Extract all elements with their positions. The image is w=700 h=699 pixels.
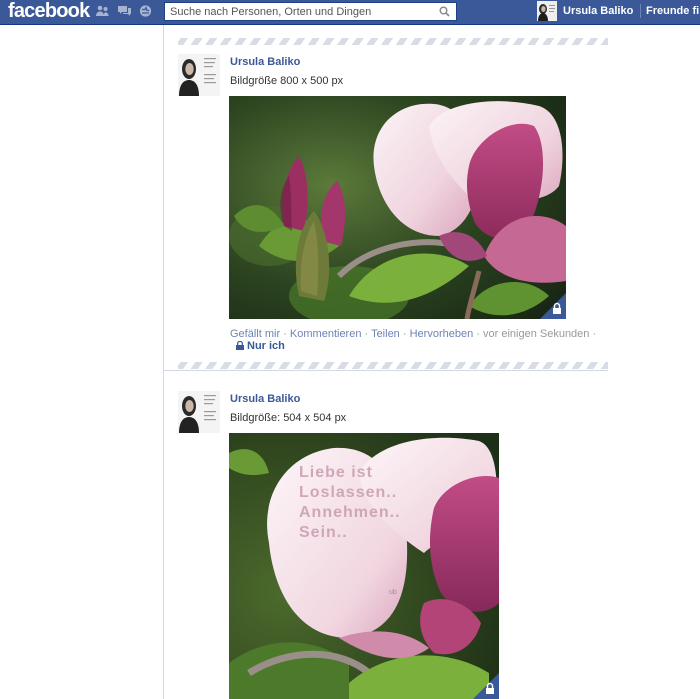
- privacy-label: Nur ich: [247, 340, 285, 352]
- post-author-name[interactable]: Ursula Baliko: [230, 56, 300, 68]
- nav-separator: [640, 4, 641, 18]
- post-author-name[interactable]: Ursula Baliko: [230, 393, 300, 405]
- action-separator: ·: [592, 328, 597, 340]
- search-box[interactable]: [164, 2, 457, 21]
- action-separator: ·: [402, 328, 407, 340]
- profile-avatar[interactable]: [537, 1, 557, 21]
- share-link[interactable]: Teilen: [371, 328, 400, 340]
- lock-icon: [236, 340, 244, 350]
- privacy-lock-icon: [540, 293, 566, 319]
- quote-line: Loslassen..: [299, 484, 398, 501]
- quote-line: Liebe ist: [299, 464, 373, 481]
- image-quote-text: Liebe ist Loslassen.. Annehmen.. Sein..: [299, 463, 401, 543]
- privacy-selector[interactable]: Nur ich: [236, 340, 285, 352]
- notifications-icon[interactable]: [139, 5, 152, 17]
- post-author-avatar[interactable]: [178, 391, 220, 433]
- action-separator: ·: [364, 328, 369, 340]
- like-link[interactable]: Gefällt mir: [230, 328, 280, 340]
- quote-line: Annehmen..: [299, 504, 401, 521]
- post-timestamp[interactable]: vor einigen Sekunden: [483, 328, 589, 340]
- timeline-column-border: [163, 25, 164, 699]
- post-divider: [178, 362, 608, 369]
- quote-line: Sein..: [299, 524, 348, 541]
- post-divider-line: [164, 370, 608, 371]
- image-watermark: ub: [389, 589, 397, 596]
- post-divider: [178, 38, 608, 45]
- post-author-avatar[interactable]: [178, 54, 220, 96]
- friend-requests-icon[interactable]: [96, 5, 109, 17]
- post-text: Bildgröße: 504 x 504 px: [230, 412, 347, 424]
- top-navigation-bar: facebook Ursula Baliko Freunde fi: [0, 0, 700, 25]
- post-action-bar: Gefällt mir · Kommentieren · Teilen · He…: [230, 328, 596, 340]
- profile-name-link[interactable]: Ursula Baliko: [563, 5, 633, 17]
- post-photo[interactable]: [229, 96, 566, 319]
- privacy-lock-icon: [473, 673, 499, 699]
- action-separator: ·: [476, 328, 480, 340]
- search-input[interactable]: [165, 3, 432, 20]
- post-photo[interactable]: Liebe ist Loslassen.. Annehmen.. Sein.. …: [229, 433, 499, 699]
- post-text: Bildgröße 800 x 500 px: [230, 75, 344, 87]
- action-separator: ·: [283, 328, 287, 340]
- friends-find-link[interactable]: Freunde fi: [646, 5, 699, 17]
- search-icon[interactable]: [439, 6, 450, 20]
- highlight-link[interactable]: Hervorheben: [410, 328, 474, 340]
- facebook-logo[interactable]: facebook: [8, 0, 90, 22]
- messages-icon[interactable]: [118, 5, 131, 17]
- comment-link[interactable]: Kommentieren: [290, 328, 362, 340]
